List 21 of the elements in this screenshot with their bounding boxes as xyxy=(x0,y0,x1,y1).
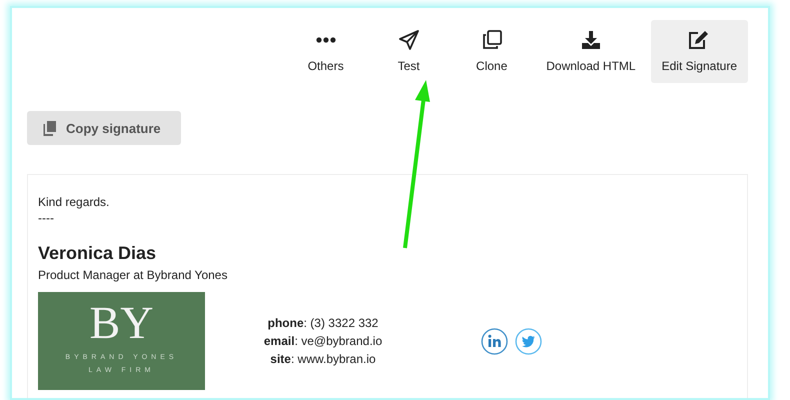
copy-signature-button[interactable]: Copy signature xyxy=(27,111,181,145)
copy-icon xyxy=(43,120,56,136)
toolbar-button[interactable]: Clone xyxy=(452,20,532,83)
separator-text: ---- xyxy=(38,210,55,226)
contact-line: email: ve@bybrand.io xyxy=(264,333,382,350)
paper-plane-icon xyxy=(398,30,419,50)
job-title: Product Manager at Bybrand Yones xyxy=(38,267,228,283)
linkedin-icon[interactable] xyxy=(481,328,508,354)
more-icon xyxy=(316,37,336,43)
toolbar-button[interactable]: Test xyxy=(369,20,448,83)
download-icon xyxy=(580,30,601,50)
clone-icon xyxy=(482,30,502,50)
edit-icon xyxy=(688,30,710,50)
contact-line: site: www.bybran.io xyxy=(270,351,376,368)
greeting-text: Kind regards. xyxy=(38,194,110,210)
contact-line: phone: (3) 3322 332 xyxy=(268,315,378,332)
person-name: Veronica Dias xyxy=(38,243,158,264)
toolbar-button[interactable]: Edit Signature xyxy=(650,20,748,83)
toolbar-button[interactable]: Others xyxy=(286,20,366,83)
toolbar-button[interactable]: Download HTML xyxy=(535,20,647,83)
twitter-icon[interactable] xyxy=(515,328,542,354)
